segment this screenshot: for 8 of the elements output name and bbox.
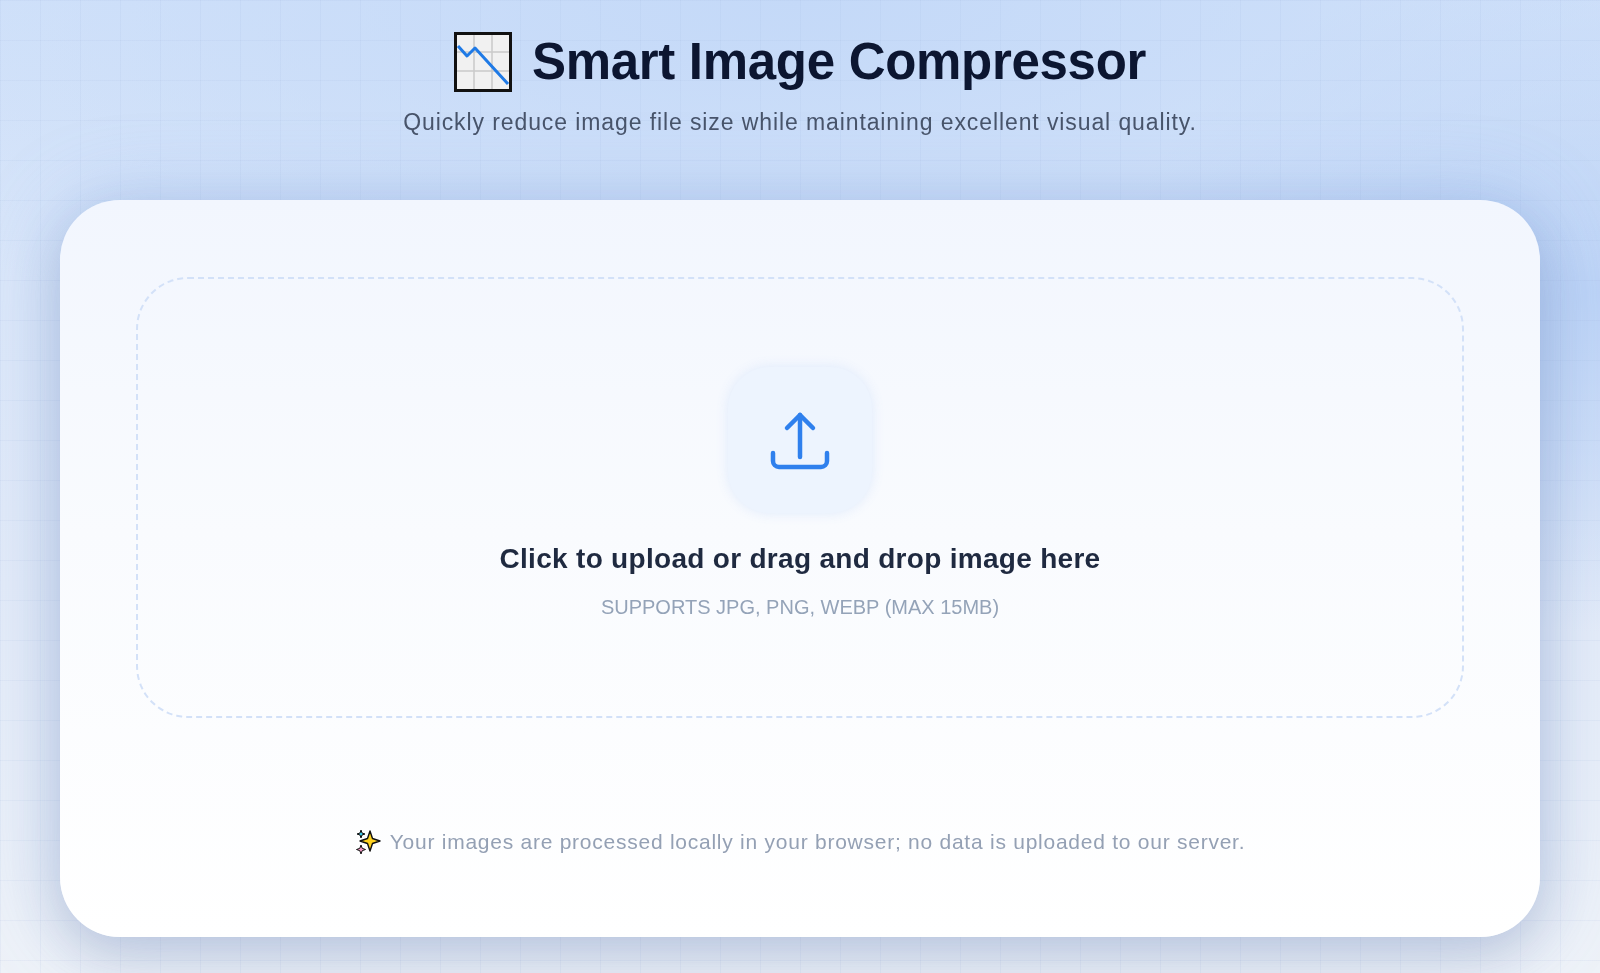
app-title: Smart Image Compressor <box>531 32 1147 92</box>
upload-dropzone[interactable]: Click to upload or drag and drop image here SUPPORTS JPG, PNG, WEBP (MAX 15MB) <box>136 277 1464 718</box>
privacy-note: Your images are processed locally in your browser; no data is uploaded to our server. <box>389 829 1246 855</box>
upload-prompt: Click to upload or drag and drop image here <box>499 542 1101 576</box>
sparkles-icon <box>354 829 381 855</box>
chart-decreasing-icon <box>453 32 512 92</box>
app-subtitle: Quickly reduce image file size while maintaining excellent visual quality. <box>403 108 1197 137</box>
supported-formats-text: SUPPORTS JPG, PNG, WEBP (MAX 15MB) <box>600 595 1000 620</box>
